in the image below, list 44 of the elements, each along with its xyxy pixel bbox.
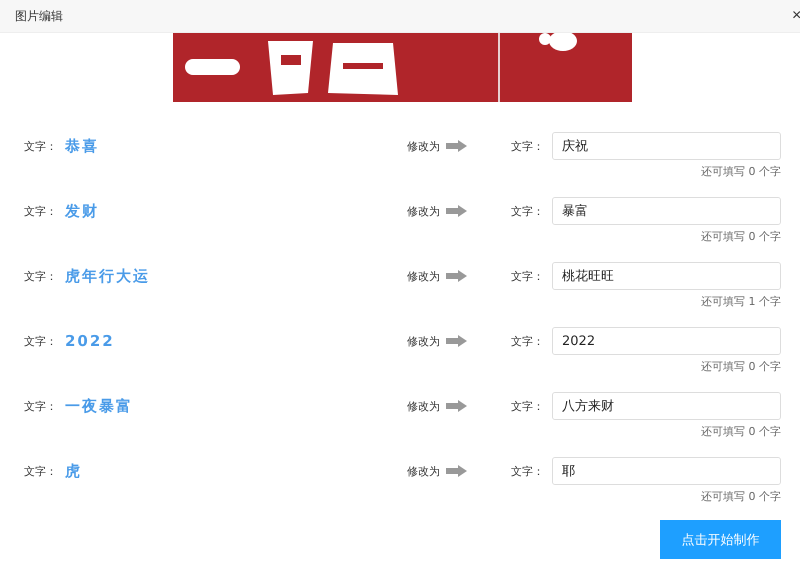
source-text: 发财: [65, 202, 100, 220]
field-label: 文字：: [511, 398, 545, 414]
source-text: 恭喜: [65, 136, 100, 156]
source-text: 虎年行大运: [65, 266, 151, 286]
close-button[interactable]: ×: [792, 7, 800, 25]
remaining-count: 还可填写 0 个字: [701, 425, 781, 439]
change-label: 修改为: [407, 464, 440, 478]
remaining-count: 还可填写 0 个字: [701, 165, 781, 179]
arrow-right-icon: [446, 270, 467, 282]
change-label: 修改为: [407, 268, 440, 284]
field-label: 文字：: [511, 138, 545, 154]
change-label: 修改为: [407, 204, 440, 218]
text-input-field[interactable]: 2022: [552, 327, 781, 355]
remaining-count: 还可填写 0 个字: [701, 360, 781, 374]
arrow-right-icon: [446, 465, 467, 477]
arrow-right-icon: [446, 140, 467, 152]
field-label: 文字：: [511, 204, 545, 218]
remaining-count: 还可填写 0 个字: [701, 230, 781, 244]
change-label: 修改为: [407, 138, 440, 154]
field-label: 文字：: [511, 464, 545, 478]
arrow-right-icon: [446, 335, 467, 347]
text-input-field[interactable]: 暴富: [552, 197, 781, 225]
field-label: 文字：: [24, 138, 58, 154]
change-label: 修改为: [407, 398, 440, 414]
remaining-count: 还可填写 1 个字: [701, 295, 781, 309]
arrow-right-icon: [446, 205, 467, 217]
text-input-field[interactable]: 庆祝: [552, 132, 781, 160]
field-label: 文字：: [24, 268, 58, 284]
field-label: 文字：: [24, 464, 58, 478]
text-input-field[interactable]: 耶: [552, 457, 781, 485]
remaining-count: 还可填写 0 个字: [701, 490, 781, 504]
source-text: 2022: [65, 332, 116, 350]
field-label: 文字：: [511, 268, 545, 284]
change-label: 修改为: [407, 334, 440, 348]
text-input-field[interactable]: 八方来财: [552, 392, 781, 420]
dialog-title: 图片编辑: [15, 8, 63, 24]
field-label: 文字：: [24, 204, 58, 218]
arrow-right-icon: [446, 400, 467, 412]
source-text: 一夜暴富: [65, 396, 134, 416]
text-input-field[interactable]: 桃花旺旺: [552, 262, 781, 290]
field-label: 文字：: [24, 334, 58, 348]
field-label: 文字：: [511, 334, 545, 348]
field-label: 文字：: [24, 398, 58, 414]
source-text: 虎: [65, 462, 83, 480]
